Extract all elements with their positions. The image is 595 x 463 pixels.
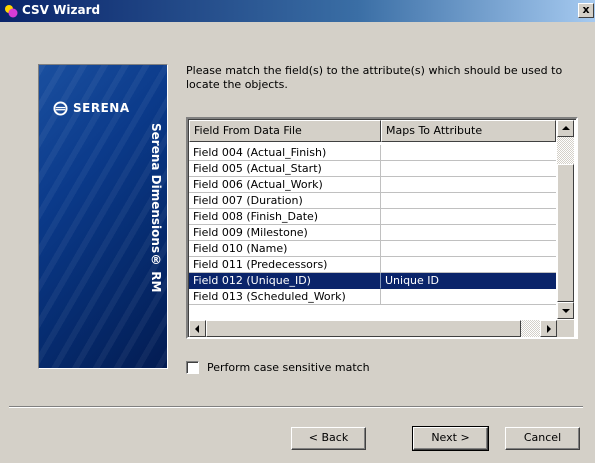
table-row[interactable]: Field 012 (Unique_ID) Unique ID — [189, 273, 556, 289]
logo-text: SERENA — [73, 101, 130, 115]
attribute-cell[interactable] — [381, 193, 556, 209]
field-cell[interactable]: Field 008 (Finish_Date) — [189, 209, 381, 225]
table-row[interactable]: Field 013 (Scheduled_Work) — [189, 289, 556, 305]
serena-logo: SERENA — [53, 99, 130, 117]
attribute-cell[interactable] — [381, 177, 556, 193]
attribute-cell[interactable] — [381, 241, 556, 257]
column-header-attribute[interactable]: Maps To Attribute — [381, 120, 556, 142]
table-row[interactable]: Field 011 (Predecessors) — [189, 257, 556, 273]
serena-logo-icon — [53, 100, 68, 116]
product-banner: SERENA Serena Dimensions® RM — [38, 64, 168, 369]
arrow-up-icon — [562, 126, 570, 130]
grid-header: Field From Data File Maps To Attribute — [189, 120, 556, 142]
table-row[interactable]: Field 008 (Finish_Date) — [189, 209, 556, 225]
field-cell[interactable]: Field 009 (Milestone) — [189, 225, 381, 241]
field-cell[interactable]: Field 004 (Actual_Finish) — [189, 145, 381, 161]
field-cell[interactable]: Field 010 (Name) — [189, 241, 381, 257]
scrollbar-corner — [557, 320, 574, 337]
attribute-cell[interactable] — [381, 145, 556, 161]
table-row[interactable]: Field 007 (Duration) — [189, 193, 556, 209]
horizontal-scrollbar[interactable] — [189, 320, 557, 337]
scroll-left-button[interactable] — [189, 320, 206, 337]
table-row[interactable]: Field 010 (Name) — [189, 241, 556, 257]
arrow-left-icon — [195, 325, 199, 333]
scroll-up-button[interactable] — [557, 120, 574, 137]
next-button-label: Next > — [431, 431, 470, 444]
arrow-right-icon — [547, 325, 551, 333]
column-header-field[interactable]: Field From Data File — [189, 120, 381, 142]
field-cell[interactable]: Field 005 (Actual_Start) — [189, 161, 381, 177]
attribute-cell[interactable] — [381, 209, 556, 225]
scroll-right-button[interactable] — [540, 320, 557, 337]
close-icon: x — [582, 3, 590, 16]
attribute-cell[interactable] — [381, 161, 556, 177]
wizard-app-icon — [5, 5, 18, 18]
field-cell[interactable]: Field 006 (Actual_Work) — [189, 177, 381, 193]
next-button[interactable]: Next > — [412, 426, 489, 451]
vertical-scroll-thumb[interactable] — [557, 164, 574, 302]
scroll-down-button[interactable] — [557, 302, 574, 319]
table-row[interactable]: Field 004 (Actual_Finish) — [189, 145, 556, 161]
cancel-button-label: Cancel — [523, 431, 562, 444]
case-sensitive-checkbox[interactable] — [186, 360, 199, 374]
attribute-cell[interactable] — [381, 289, 556, 305]
case-sensitive-label[interactable]: Perform case sensitive match — [207, 361, 370, 374]
vertical-scrollbar[interactable] — [557, 120, 574, 319]
window-title: CSV Wizard — [22, 3, 101, 17]
case-sensitive-option[interactable]: Perform case sensitive match — [186, 359, 370, 375]
table-row[interactable]: Field 005 (Actual_Start) — [189, 161, 556, 177]
attribute-cell[interactable] — [381, 225, 556, 241]
field-cell[interactable]: Field 012 (Unique_ID) — [189, 273, 381, 289]
table-row[interactable]: Field 009 (Milestone) — [189, 225, 556, 241]
horizontal-scroll-thumb[interactable] — [206, 320, 521, 337]
field-cell[interactable]: Field 011 (Predecessors) — [189, 257, 381, 273]
back-button-label: < Back — [308, 431, 349, 444]
arrow-down-icon — [562, 309, 570, 313]
cancel-button[interactable]: Cancel — [505, 427, 580, 450]
close-button[interactable]: x — [578, 3, 594, 18]
attribute-cell[interactable]: Unique ID — [381, 273, 556, 289]
attribute-cell[interactable] — [381, 257, 556, 273]
table-row[interactable]: Field 006 (Actual_Work) — [189, 177, 556, 193]
product-name: Serena Dimensions® RM — [149, 123, 163, 293]
back-button[interactable]: < Back — [291, 427, 366, 450]
field-mapping-grid[interactable]: Field From Data File Maps To Attribute F… — [186, 117, 578, 339]
field-cell[interactable]: Field 013 (Scheduled_Work) — [189, 289, 381, 305]
button-divider — [9, 406, 583, 408]
field-cell[interactable]: Field 007 (Duration) — [189, 193, 381, 209]
grid-rows: Field 004 (Actual_Finish) Field 005 (Actu… — [189, 145, 556, 305]
instruction-text: Please match the field(s) to the attribu… — [186, 64, 563, 91]
title-bar: CSV Wizard x — [0, 0, 595, 22]
